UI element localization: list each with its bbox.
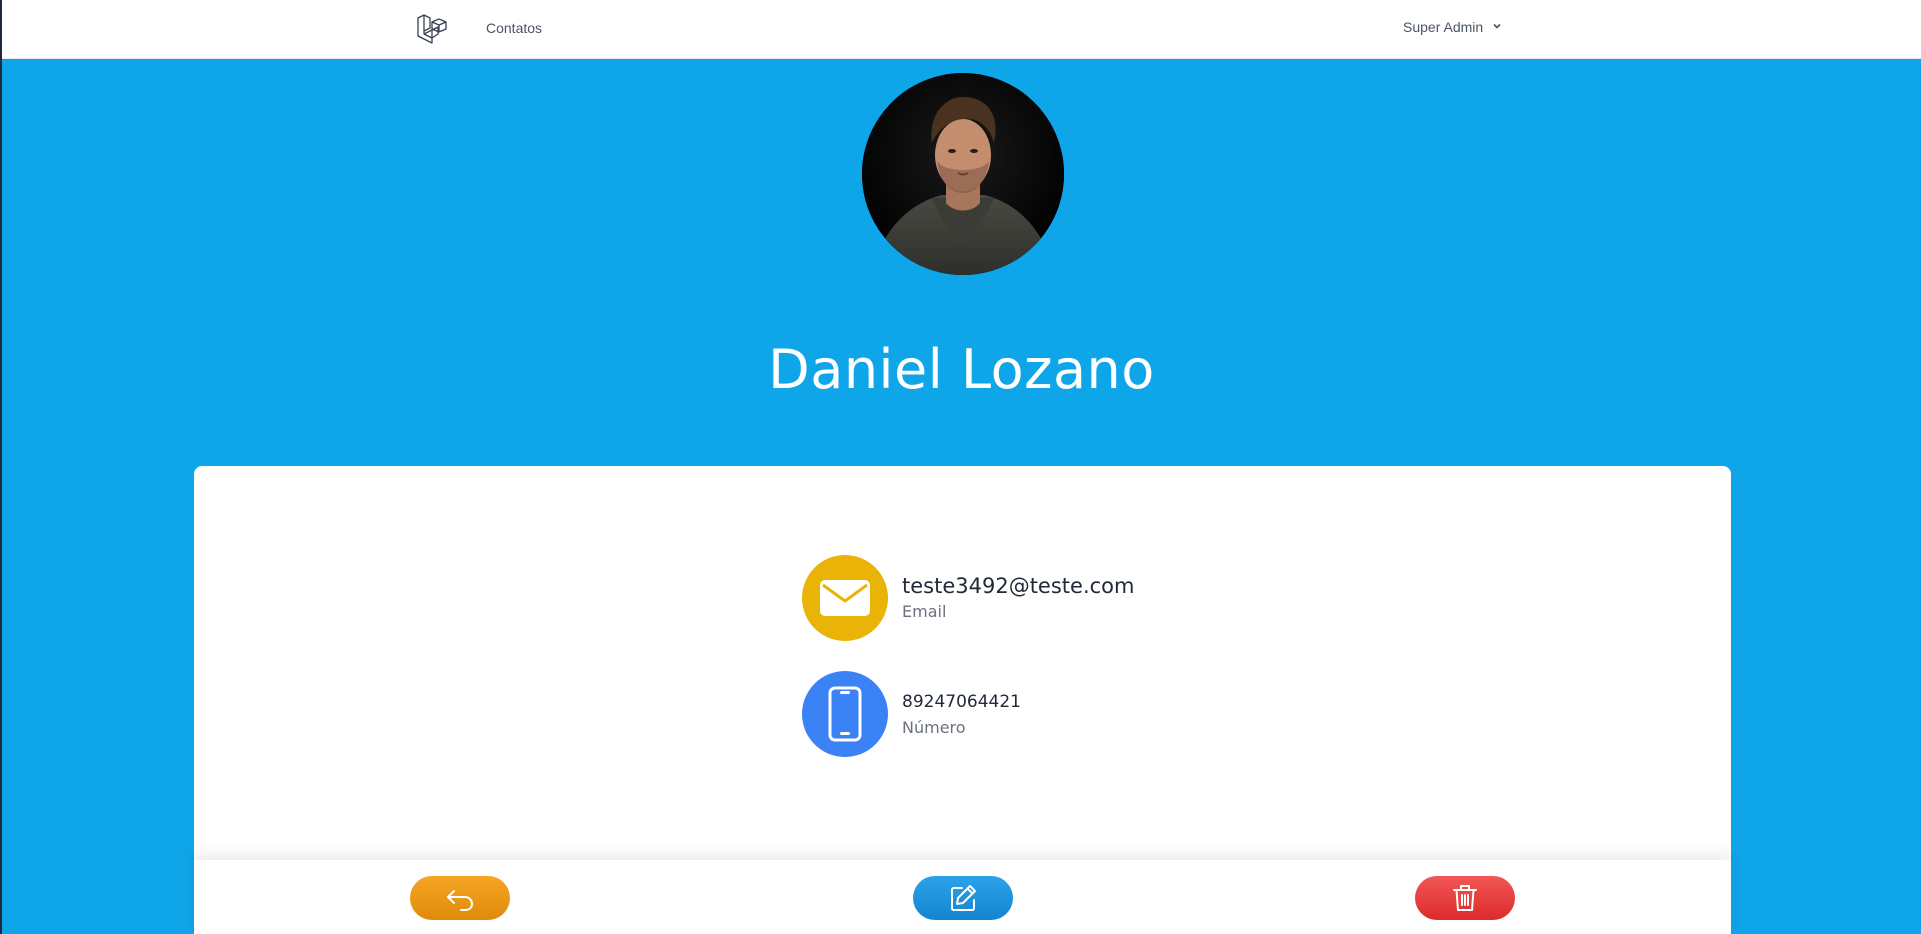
phone-value[interactable]: 89247064421 bbox=[902, 689, 1021, 715]
contact-details-card: teste3492@teste.com Email 89247064421 Nú… bbox=[194, 466, 1731, 934]
chevron-down-icon bbox=[1491, 19, 1503, 35]
nav-link-contacts[interactable]: Contatos bbox=[486, 20, 542, 36]
trash-icon bbox=[1453, 885, 1477, 911]
email-label: Email bbox=[902, 602, 947, 621]
laravel-logo-icon[interactable] bbox=[416, 14, 448, 44]
edit-button[interactable] bbox=[913, 876, 1013, 920]
smartphone-icon bbox=[802, 671, 888, 757]
email-row: teste3492@teste.com Email bbox=[802, 555, 1134, 641]
top-navbar: Contatos Super Admin bbox=[2, 0, 1921, 59]
action-bar bbox=[194, 860, 1731, 934]
email-value[interactable]: teste3492@teste.com bbox=[902, 573, 1134, 599]
user-name: Super Admin bbox=[1403, 19, 1484, 35]
pencil-square-icon bbox=[951, 885, 976, 911]
phone-row: 89247064421 Número bbox=[802, 671, 1021, 757]
contact-avatar bbox=[862, 73, 1064, 275]
phone-label: Número bbox=[902, 718, 966, 737]
delete-button[interactable] bbox=[1415, 876, 1515, 920]
user-dropdown[interactable]: Super Admin bbox=[1403, 19, 1503, 35]
contact-name-heading: Daniel Lozano bbox=[768, 338, 1155, 401]
envelope-icon bbox=[802, 555, 888, 641]
back-button[interactable] bbox=[410, 876, 510, 920]
undo-arrow-icon bbox=[447, 890, 473, 911]
